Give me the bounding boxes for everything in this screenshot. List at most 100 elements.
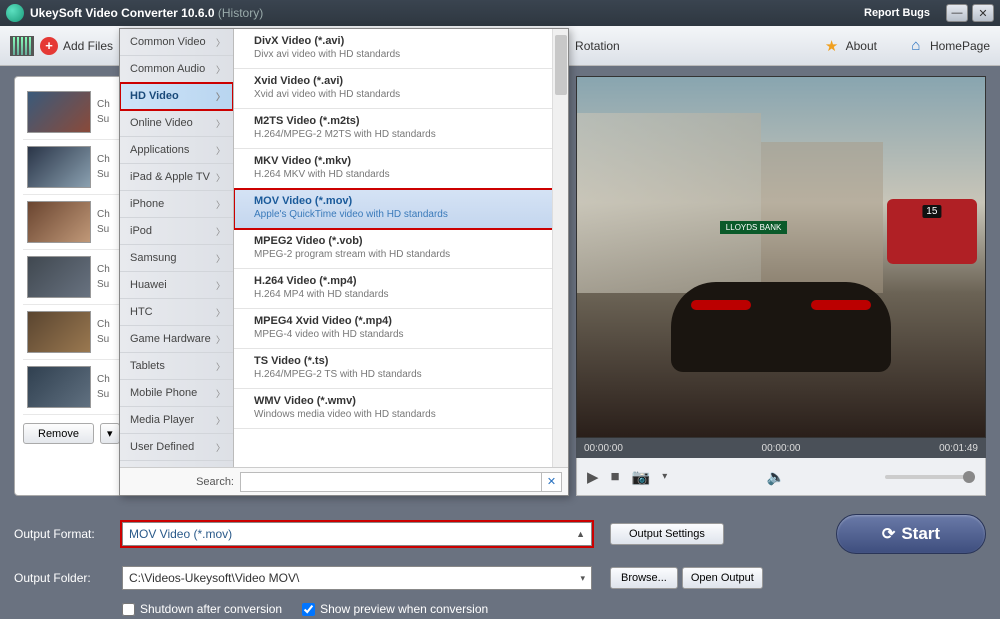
report-bugs-link[interactable]: Report Bugs [864, 7, 930, 19]
format-item[interactable]: MOV Video (*.mov)Apple's QuickTime video… [234, 189, 568, 229]
bank-sign: LLOYDS BANK [720, 221, 788, 234]
show-preview-checkbox[interactable]: Show preview when conversion [302, 602, 488, 616]
category-item[interactable]: Game Hardware〉 [120, 326, 233, 353]
time-mid: 00:00:00 [762, 443, 801, 454]
format-item[interactable]: M2TS Video (*.m2ts)H.264/MPEG-2 M2TS wit… [234, 109, 568, 149]
format-item[interactable]: TS Video (*.ts)H.264/MPEG-2 TS with HD s… [234, 349, 568, 389]
category-label: Game Hardware [130, 333, 211, 345]
category-item[interactable]: Recent〉 [120, 461, 233, 467]
format-item[interactable]: MKV Video (*.mkv)H.264 MKV with HD stand… [234, 149, 568, 189]
rotation-button[interactable]: Rotation [575, 39, 620, 53]
search-input[interactable] [240, 472, 542, 492]
titlebar: UkeySoft Video Converter 10.6.0 (History… [0, 0, 1000, 26]
about-link[interactable]: ★ About [823, 37, 877, 55]
format-title: DivX Video (*.avi) [254, 35, 558, 47]
output-folder-label: Output Folder: [14, 571, 122, 585]
about-label: About [846, 39, 877, 53]
start-button[interactable]: ⟳ Start [836, 514, 986, 554]
open-output-button[interactable]: Open Output [682, 567, 763, 589]
category-item[interactable]: iPod〉 [120, 218, 233, 245]
show-preview-checkbox-input[interactable] [302, 603, 315, 616]
category-item[interactable]: Samsung〉 [120, 245, 233, 272]
snapshot-dropdown[interactable]: ▾ [662, 471, 667, 482]
category-item[interactable]: Online Video〉 [120, 110, 233, 137]
scrollbar[interactable] [552, 29, 568, 467]
show-preview-label: Show preview when conversion [320, 602, 488, 616]
clear-search-button[interactable]: ✕ [542, 472, 562, 492]
video-preview[interactable]: LLOYDS BANK 15 [576, 76, 986, 438]
category-item[interactable]: HD Video 〉 [120, 83, 233, 110]
output-folder-combo[interactable]: C:\Videos-Ukeysoft\Video MOV\ ▾ [122, 566, 592, 590]
chevron-right-icon: 〉 [216, 279, 225, 292]
category-item[interactable]: HTC〉 [120, 299, 233, 326]
category-label: Samsung [130, 252, 176, 264]
thumbnail [27, 201, 91, 243]
add-files-button[interactable]: + Add Files [10, 36, 113, 56]
format-item[interactable]: Xvid Video (*.avi)Xvid avi video with HD… [234, 69, 568, 109]
format-item[interactable]: MPEG2 Video (*.vob)MPEG-2 program stream… [234, 229, 568, 269]
output-folder-value: C:\Videos-Ukeysoft\Video MOV\ [129, 571, 299, 585]
category-item[interactable]: User Defined〉 [120, 434, 233, 461]
category-item[interactable]: Media Player〉 [120, 407, 233, 434]
search-label: Search: [196, 476, 234, 488]
stop-button[interactable]: ■ [611, 468, 620, 485]
category-label: Tablets [130, 360, 165, 372]
shutdown-label: Shutdown after conversion [140, 602, 282, 616]
snapshot-button[interactable]: 📷 [632, 468, 651, 486]
thumbnail [27, 311, 91, 353]
category-list: Common Video〉Common Audio〉HD Video〉Onlin… [120, 29, 234, 467]
remove-button[interactable]: Remove [23, 423, 94, 444]
format-item[interactable]: DivX Video (*.avi)Divx avi video with HD… [234, 29, 568, 69]
shutdown-checkbox[interactable]: Shutdown after conversion [122, 602, 282, 616]
app-logo-icon [6, 4, 24, 22]
car-graphic [671, 282, 891, 372]
format-title: MOV Video (*.mov) [254, 195, 558, 207]
bus-number: 15 [922, 205, 941, 218]
category-item[interactable]: Tablets 〉 [120, 353, 233, 380]
category-item[interactable]: Applications〉 [120, 137, 233, 164]
chevron-right-icon: 〉 [216, 225, 225, 238]
category-item[interactable]: Mobile Phone〉 [120, 380, 233, 407]
category-label: Common Audio [130, 63, 205, 75]
category-label: Huawei [130, 279, 167, 291]
timeline-bar[interactable]: 00:00:00 00:00:00 00:01:49 [576, 438, 986, 458]
homepage-link[interactable]: ⌂ HomePage [907, 37, 990, 55]
app-name-text: UkeySoft Video Converter 10.6.0 [30, 6, 215, 20]
scrollbar-thumb[interactable] [555, 35, 567, 95]
time-current: 00:00:00 [584, 443, 623, 454]
list-item-text: ChSu [97, 207, 110, 237]
category-item[interactable]: iPhone〉 [120, 191, 233, 218]
browse-button[interactable]: Browse... [610, 567, 678, 589]
chevron-right-icon: 〉 [216, 360, 225, 373]
category-item[interactable]: Common Audio〉 [120, 56, 233, 83]
close-button[interactable]: ✕ [972, 4, 994, 22]
volume-slider[interactable] [885, 475, 975, 479]
format-item[interactable]: MPEG4 Xvid Video (*.mp4)MPEG-4 video wit… [234, 309, 568, 349]
category-item[interactable]: Common Video〉 [120, 29, 233, 56]
volume-icon[interactable]: 🔈 [767, 468, 786, 486]
remove-dropdown-button[interactable]: ▾ [100, 423, 120, 444]
format-item[interactable]: WMV Video (*.wmv)Windows media video wit… [234, 389, 568, 429]
category-label: iPhone [130, 198, 164, 210]
category-item[interactable]: Huawei 〉 [120, 272, 233, 299]
time-total: 00:01:49 [939, 443, 978, 454]
format-title: H.264 Video (*.mp4) [254, 275, 558, 287]
format-item[interactable]: H.264 Video (*.mp4)H.264 MP4 with HD sta… [234, 269, 568, 309]
minimize-button[interactable]: — [946, 4, 968, 22]
category-label: Mobile Phone [130, 387, 197, 399]
chevron-right-icon: 〉 [216, 414, 225, 427]
category-item[interactable]: iPad & Apple TV〉 [120, 164, 233, 191]
output-settings-button[interactable]: Output Settings [610, 523, 724, 545]
thumbnail [27, 146, 91, 188]
start-label: Start [901, 524, 940, 544]
home-icon: ⌂ [907, 37, 925, 55]
category-label: Applications [130, 144, 189, 156]
play-button[interactable]: ▶ [587, 468, 599, 486]
format-subtitle: Windows media video with HD standards [254, 409, 558, 420]
category-label: HD Video [130, 90, 179, 102]
chevron-right-icon: 〉 [216, 90, 225, 103]
shutdown-checkbox-input[interactable] [122, 603, 135, 616]
output-format-combo[interactable]: MOV Video (*.mov) ▲ [122, 522, 592, 546]
chevron-right-icon: 〉 [216, 117, 225, 130]
search-row: Search: ✕ [120, 467, 568, 495]
